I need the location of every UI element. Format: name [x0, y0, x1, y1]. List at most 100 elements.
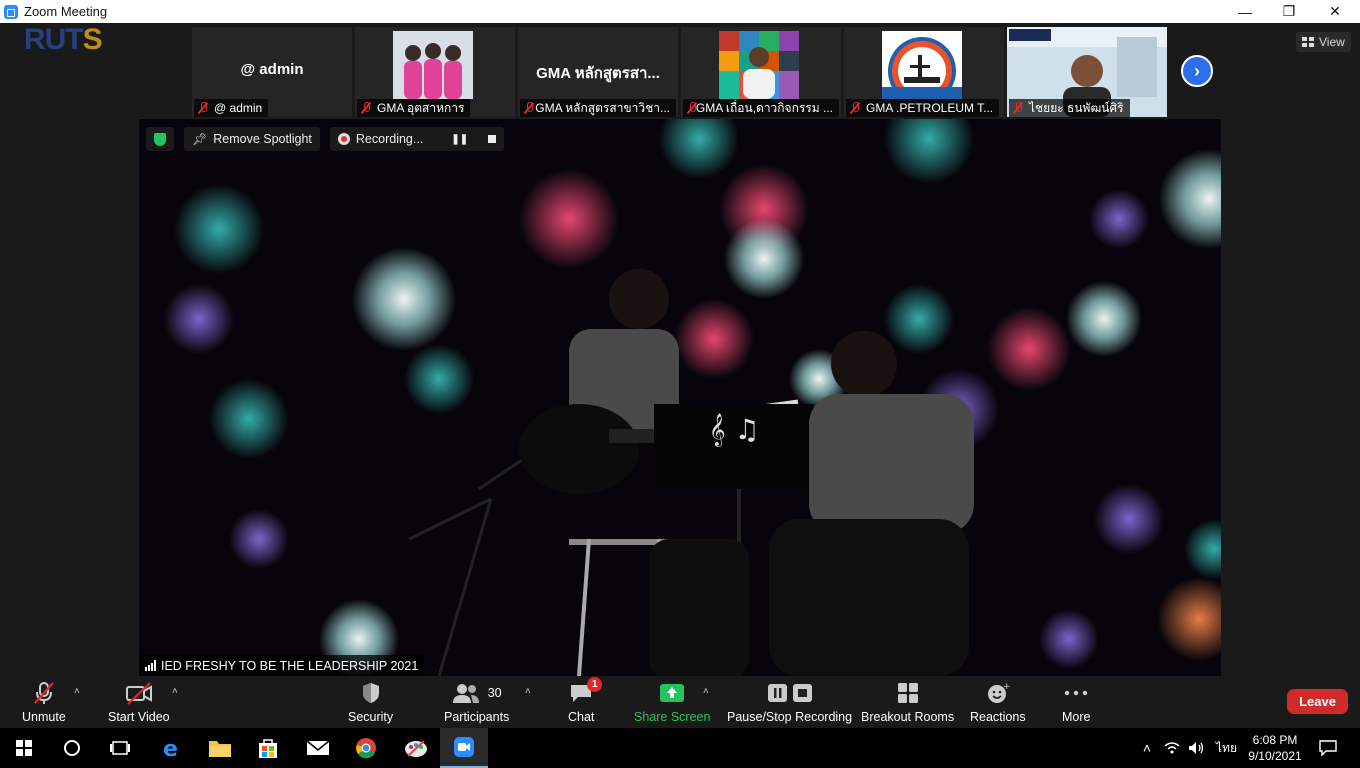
- participant-thumbnail[interactable]: @ admin @ admin: [192, 27, 352, 117]
- restore-button[interactable]: ❐: [1266, 0, 1312, 23]
- taskbar-file-explorer[interactable]: [196, 728, 244, 768]
- muted-mic-icon: [361, 102, 371, 114]
- breakout-rooms-button[interactable]: Breakout Rooms: [861, 680, 954, 724]
- pause-recording-icon[interactable]: ❚❚: [451, 134, 468, 145]
- start-button[interactable]: [0, 728, 48, 768]
- participant-thumbnail[interactable]: GMA อุตสาหการ: [355, 27, 515, 117]
- participant-label-text: GMA อุตสาหการ: [377, 100, 465, 115]
- share-screen-button[interactable]: Share Screen: [634, 680, 710, 724]
- participants-icon: 30: [452, 680, 502, 706]
- title-bar: Zoom Meeting — ❐ ✕: [0, 0, 1360, 23]
- folder-icon: [209, 741, 231, 757]
- system-tray: ˄ ไทย: [1138, 728, 1237, 768]
- pin-icon: 📌︎: [192, 132, 208, 146]
- taskbar-clock[interactable]: 6:08 PM 9/10/2021: [1246, 732, 1304, 764]
- task-view-icon: [110, 741, 130, 755]
- taskbar-paint[interactable]: [392, 728, 440, 768]
- next-page-button[interactable]: ›: [1181, 55, 1213, 87]
- muted-mic-icon: [524, 102, 534, 114]
- chat-button[interactable]: 1 Chat: [568, 677, 603, 724]
- stop-recording-icon[interactable]: [488, 135, 497, 143]
- participants-button[interactable]: 30 Participants: [444, 680, 509, 724]
- breakout-rooms-icon: [897, 680, 919, 706]
- recording-indicator: Recording... ❚❚: [329, 127, 505, 151]
- participant-label-text: GMA หลักสูตรสาขาวิชา...: [535, 100, 670, 115]
- window-title: Zoom Meeting: [24, 4, 108, 19]
- more-button[interactable]: More: [1062, 680, 1090, 724]
- store-bag-icon: [259, 739, 277, 758]
- clock-time: 6:08 PM: [1252, 733, 1298, 747]
- chevron-right-icon: ›: [1194, 60, 1200, 81]
- start-video-button[interactable]: Start Video: [108, 680, 170, 724]
- taskbar-edge[interactable]: e: [148, 728, 196, 768]
- svg-text:e: e: [163, 737, 178, 759]
- more-label: More: [1062, 710, 1091, 724]
- chat-label: Chat: [568, 710, 595, 724]
- participant-label-text: ไชยยะ ธนพัฒน์ศิริ: [1029, 100, 1124, 115]
- zoom-app-icon: [454, 737, 474, 757]
- notification-icon: [1319, 740, 1337, 756]
- pause-stop-recording-button[interactable]: Pause/Stop Recording: [727, 680, 852, 724]
- video-overlay-bar: 📌︎ Remove Spotlight Recording... ❚❚: [146, 126, 505, 152]
- share-options-caret[interactable]: ˄: [703, 686, 709, 697]
- close-button[interactable]: ✕: [1312, 0, 1358, 23]
- muted-mic-icon: [850, 102, 860, 114]
- reactions-button[interactable]: + Reactions: [970, 680, 1026, 724]
- input-language-indicator[interactable]: ไทย: [1216, 739, 1237, 758]
- task-view-button[interactable]: [96, 728, 144, 768]
- edge-browser-icon: e: [163, 737, 178, 759]
- svg-text:+: +: [1003, 682, 1010, 692]
- taskbar-chrome[interactable]: [342, 728, 390, 768]
- chat-unread-badge: 1: [587, 677, 603, 692]
- pause-stop-icon: [767, 680, 813, 706]
- participant-label: GMA .PETROLEUM T...: [846, 99, 1000, 117]
- taskbar-mail[interactable]: [294, 728, 342, 768]
- audio-options-caret[interactable]: ˄: [74, 686, 80, 697]
- search-button[interactable]: [48, 728, 96, 768]
- smiley-plus-icon: +: [986, 680, 1010, 706]
- participant-label-text: @ admin: [214, 101, 263, 115]
- taskbar-zoom[interactable]: [440, 728, 488, 768]
- shield-check-icon: [154, 132, 166, 146]
- participants-options-caret[interactable]: ˄: [525, 686, 531, 697]
- reactions-label: Reactions: [970, 710, 1026, 724]
- meeting-stage: RUTS @ admin @ admin GMA อุตสาหการ GMA ห…: [0, 23, 1360, 676]
- speaker-volume-icon[interactable]: [1188, 741, 1206, 755]
- video-options-caret[interactable]: ˄: [172, 686, 178, 697]
- concert-stage-video: 𝄞 ♫: [139, 119, 1221, 676]
- taskbar-store[interactable]: [244, 728, 292, 768]
- leave-button[interactable]: Leave: [1287, 689, 1348, 714]
- participant-thumbnail[interactable]: ไชยยะ ธนพัฒน์ศิริ: [1007, 27, 1167, 117]
- participant-video: [719, 31, 799, 99]
- active-speaker-video: 𝄞 ♫: [139, 119, 1221, 676]
- participant-thumbnail[interactable]: GMA เถื่อน,ดาวกิจกรรม ...: [681, 27, 841, 117]
- wifi-icon[interactable]: [1164, 741, 1180, 755]
- remove-spotlight-button[interactable]: 📌︎ Remove Spotlight: [184, 127, 320, 151]
- video-off-icon: [124, 680, 154, 706]
- logo-text-main: RUT: [24, 23, 84, 56]
- security-button[interactable]: Security: [348, 680, 393, 724]
- speaker-name: IED FRESHY TO BE THE LEADERSHIP 2021: [161, 658, 419, 673]
- encryption-indicator[interactable]: [146, 127, 174, 151]
- participant-label: @ admin: [194, 99, 269, 117]
- view-button[interactable]: View: [1296, 32, 1351, 52]
- participant-thumbnail[interactable]: GMA .PETROLEUM T...: [844, 27, 1004, 117]
- show-hidden-icons[interactable]: ˄: [1138, 740, 1156, 756]
- meeting-toolbar: Unmute ˄ Start Video ˄ Security 30 Parti…: [0, 676, 1360, 728]
- participant-label: GMA หลักสูตรสาขาวิชา...: [520, 99, 676, 117]
- unmute-button[interactable]: Unmute: [22, 680, 66, 724]
- view-button-label: View: [1319, 35, 1345, 49]
- participant-thumbnail[interactable]: GMA หลักสูตรสา... GMA หลักสูตรสาขาวิชา..…: [518, 27, 678, 117]
- view-grid-icon: [1302, 37, 1314, 47]
- minimize-button[interactable]: —: [1222, 0, 1268, 23]
- notification-center-button[interactable]: [1306, 728, 1350, 768]
- pause-stop-recording-label: Pause/Stop Recording: [727, 710, 853, 724]
- paint-palette-icon: [405, 740, 427, 757]
- windows-taskbar: e ˄ ไทย 6:08 PM 9/10/2021: [0, 728, 1360, 768]
- shield-icon: [360, 680, 382, 706]
- muted-mic-icon: [31, 680, 57, 706]
- participant-video: [393, 31, 473, 99]
- breakout-rooms-label: Breakout Rooms: [861, 710, 955, 724]
- participant-name-large: @ admin: [240, 61, 304, 78]
- security-label: Security: [348, 710, 394, 724]
